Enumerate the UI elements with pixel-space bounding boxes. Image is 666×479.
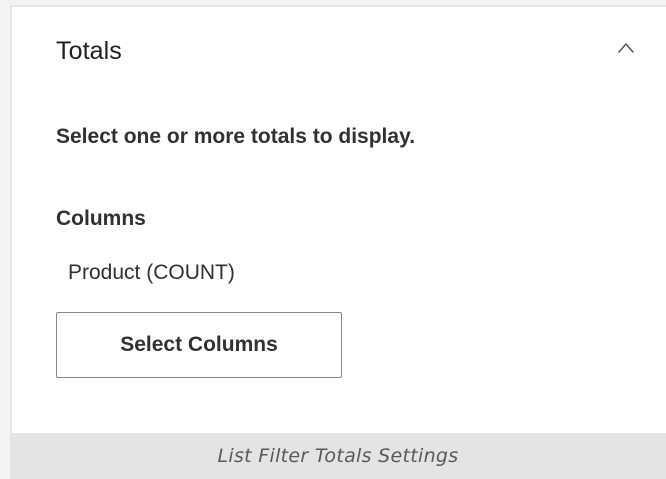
totals-description: Select one or more totals to display.: [56, 125, 416, 148]
screenshot-frame: Totals Select one or more totals to disp…: [0, 0, 666, 479]
caption-bar: List Filter Totals Settings: [10, 433, 666, 479]
totals-section-header[interactable]: Totals: [12, 7, 666, 95]
section-title: Totals: [56, 37, 122, 65]
selected-column-item: Product (COUNT): [68, 261, 235, 284]
select-columns-button[interactable]: Select Columns: [56, 312, 342, 378]
columns-label: Columns: [56, 207, 146, 230]
chevron-up-icon[interactable]: [616, 38, 636, 58]
chevron-up-icon-graphic: [618, 43, 634, 53]
totals-settings-panel: Totals Select one or more totals to disp…: [10, 5, 666, 433]
image-caption: List Filter Totals Settings: [217, 445, 459, 467]
